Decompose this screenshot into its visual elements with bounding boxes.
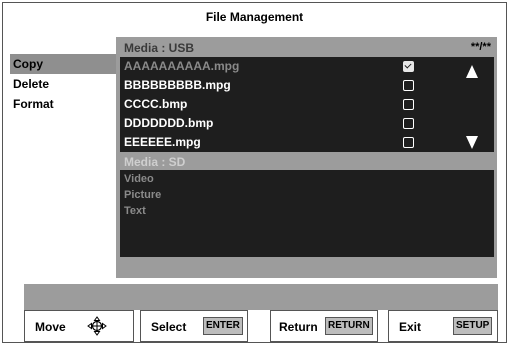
checkbox[interactable] [403,137,414,148]
move-label: Move [35,320,66,334]
button-bar: Move Select ENTER Return RETURN Exit SET… [24,310,498,342]
enter-key: ENTER [203,317,243,335]
move-button[interactable]: Move [24,310,134,342]
file-row[interactable]: AAAAAAAAAA.mpg [120,57,460,76]
return-key: RETURN [325,317,373,335]
move-cross-icon [87,316,107,336]
file-row[interactable]: DDDDDDD.bmp [120,114,460,133]
file-name: AAAAAAAAAA.mpg [124,59,240,73]
sd-media-label: Media : SD [124,155,186,169]
exit-label: Exit [399,320,422,334]
menu-item-format[interactable]: Format [10,94,122,114]
scroll-down-arrow-icon[interactable] [466,136,478,149]
return-button[interactable]: Return RETURN [270,310,378,342]
usb-header: Media : USB **/** [116,37,497,57]
checkbox-checked[interactable] [403,61,414,72]
file-row[interactable]: CCCC.bmp [120,95,460,114]
checkbox[interactable] [403,80,414,91]
exit-button[interactable]: Exit SETUP [388,310,498,342]
usb-file-list: AAAAAAAAAA.mpg BBBBBBBBB.mpg CCCC.bmp DD… [120,57,494,152]
select-label: Select [151,320,187,334]
file-name: CCCC.bmp [124,97,188,111]
sd-category-list: Video Picture Text [120,170,494,257]
page-indicator: **/** [470,41,491,53]
menu-item-delete[interactable]: Delete [10,74,122,94]
file-row[interactable]: EEEEEE.mpg [120,133,460,152]
media-panel: Media : USB **/** AAAAAAAAAA.mpg BBBBBBB… [116,37,497,278]
sd-item-video[interactable]: Video [124,173,154,185]
message-band [24,284,498,310]
menu-item-copy[interactable]: Copy [10,54,122,74]
sd-header: Media : SD [120,152,494,170]
sd-item-picture[interactable]: Picture [124,189,161,201]
setup-key: SETUP [453,317,493,335]
return-label: Return [279,320,318,334]
file-name: EEEEEE.mpg [124,135,201,149]
file-name: DDDDDDD.bmp [124,116,214,130]
file-name: BBBBBBBBB.mpg [124,78,231,92]
file-row[interactable]: BBBBBBBBB.mpg [120,76,460,95]
usb-media-label: Media : USB [124,41,195,55]
page-title: File Management [205,10,304,24]
operation-menu: Copy Delete Format [10,54,122,114]
checkbox[interactable] [403,118,414,129]
select-button[interactable]: Select ENTER [140,310,248,342]
scroll-up-arrow-icon[interactable] [466,65,478,78]
checkbox[interactable] [403,99,414,110]
sd-item-text[interactable]: Text [124,205,146,217]
